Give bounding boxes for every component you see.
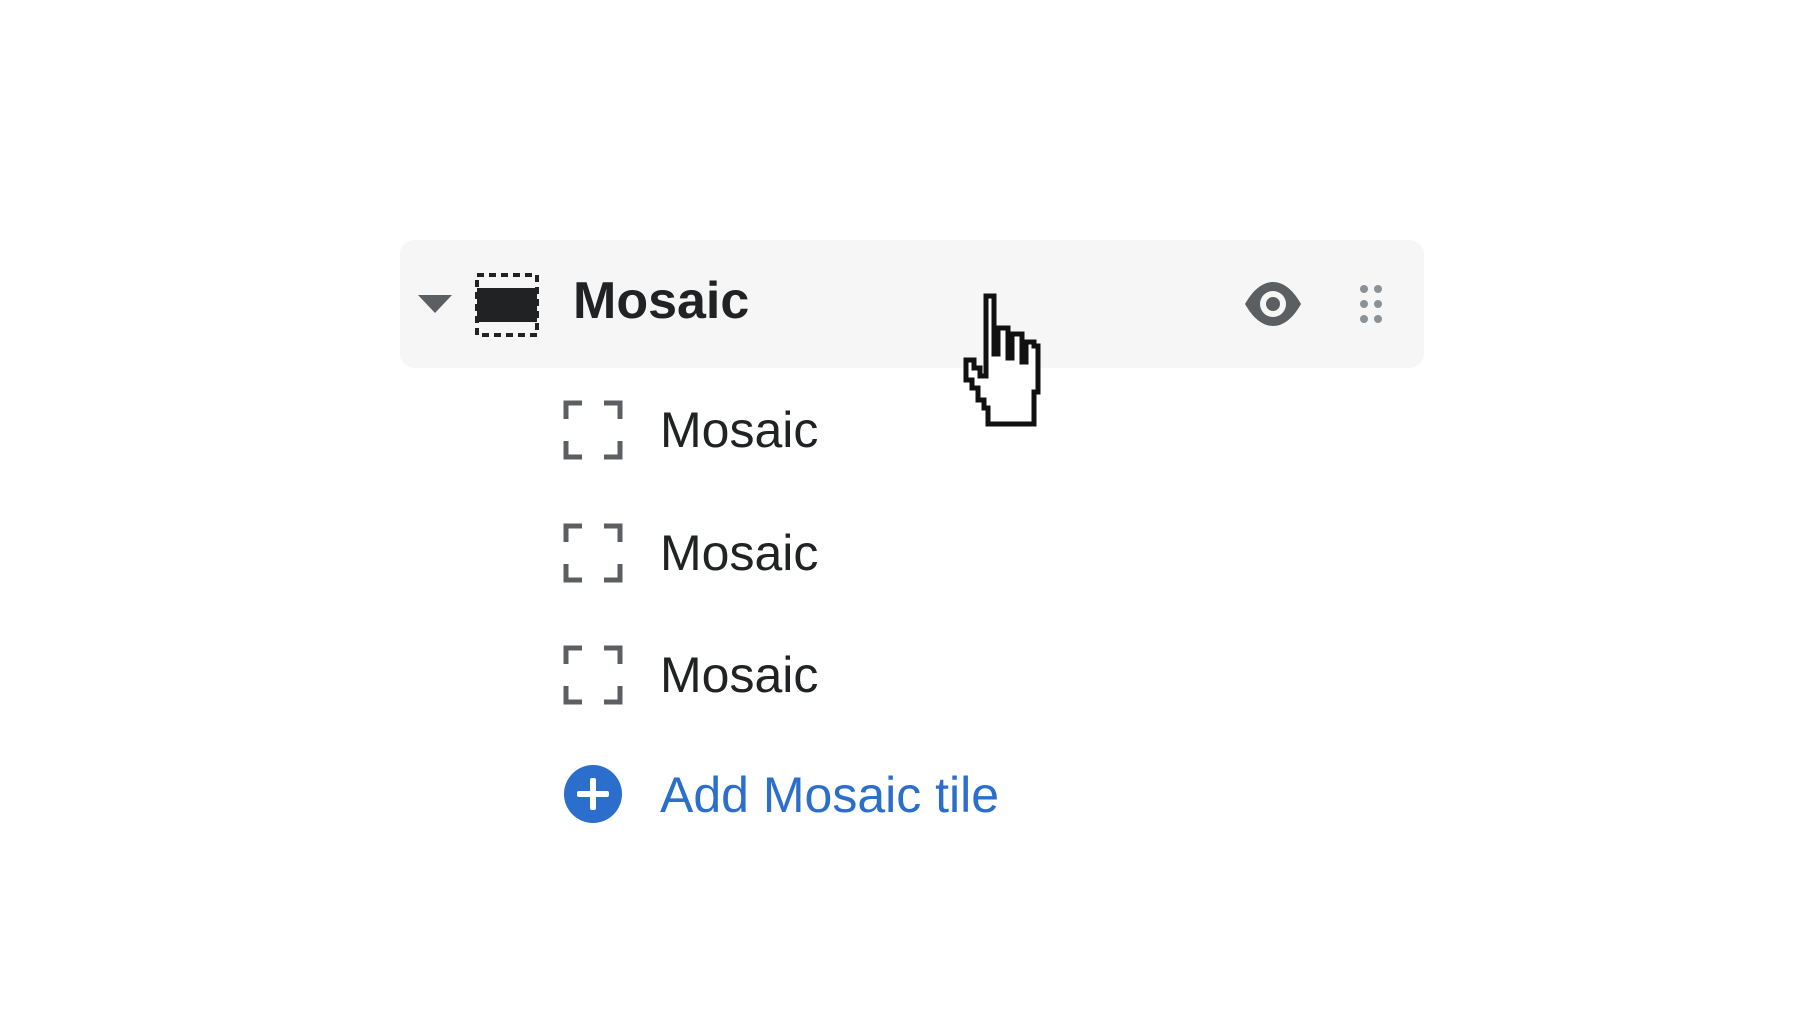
eye-icon[interactable] xyxy=(1242,276,1304,332)
add-block-button[interactable]: Add Mosaic tile xyxy=(562,760,1082,830)
block-tile-icon xyxy=(563,523,623,583)
add-block-label: Add Mosaic tile xyxy=(660,767,1000,823)
plus-circle-icon xyxy=(564,765,622,823)
block-label: Mosaic xyxy=(660,647,819,703)
theme-editor-section-list: Mosaic Mosaic Mosaic Mosaic Add Mosaic t… xyxy=(0,0,1820,1018)
drag-handle-icon[interactable] xyxy=(1358,284,1384,324)
block-item[interactable]: Mosaic xyxy=(562,395,982,465)
block-tile-icon xyxy=(563,400,623,460)
block-label: Mosaic xyxy=(660,525,819,581)
block-label: Mosaic xyxy=(660,402,819,458)
section-layout-icon xyxy=(475,273,539,337)
section-title: Mosaic xyxy=(573,272,750,330)
caret-down-icon[interactable] xyxy=(418,295,452,313)
section-row-mosaic[interactable]: Mosaic xyxy=(400,240,1424,368)
block-item[interactable]: Mosaic xyxy=(562,640,982,710)
block-tile-icon xyxy=(563,645,623,705)
block-item[interactable]: Mosaic xyxy=(562,518,982,588)
